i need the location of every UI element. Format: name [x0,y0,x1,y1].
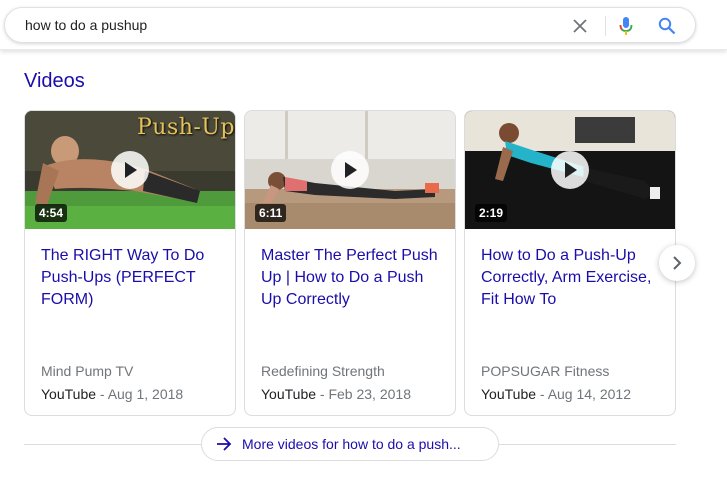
video-thumbnail[interactable]: 2:19 [465,111,675,229]
thumbnail-overlay-text: Push-Up [137,115,235,140]
video-card[interactable]: 6:11 Master The Perfect Push Up | How to… [244,110,456,416]
video-meta: YouTube - Feb 23, 2018 [261,386,411,402]
video-title[interactable]: How to Do a Push-Up Correctly, Arm Exerc… [481,245,661,311]
play-icon[interactable] [551,151,589,189]
video-thumbnail[interactable]: Push-Up 4:54 [25,111,235,229]
divider-line [24,444,202,445]
play-icon[interactable] [111,151,149,189]
video-card[interactable]: 2:19 How to Do a Push-Up Correctly, Arm … [464,110,676,416]
video-meta: YouTube - Aug 14, 2012 [481,386,631,402]
search-box[interactable] [4,7,696,43]
search-icon[interactable] [655,14,679,38]
more-videos-label: More videos for how to do a push... [242,436,461,452]
video-date: Feb 23, 2018 [328,386,411,402]
video-thumbnail[interactable]: 6:11 [245,111,455,229]
video-source: YouTube [41,386,97,402]
video-channel: POPSUGAR Fitness [481,363,610,379]
chevron-right-icon [673,256,682,270]
video-channel: Mind Pump TV [41,363,134,379]
video-title[interactable]: Master The Perfect Push Up | How to Do a… [261,245,441,311]
video-duration: 4:54 [35,204,68,222]
video-meta: YouTube - Aug 1, 2018 [41,386,184,402]
video-date: Aug 1, 2018 [107,386,184,402]
video-card[interactable]: Push-Up 4:54 The RIGHT Way To Do Push-Up… [24,110,236,416]
video-title[interactable]: The RIGHT Way To Do Push-Ups (PERFECT FO… [41,245,221,311]
video-date: Aug 14, 2012 [547,386,631,402]
close-icon[interactable] [568,14,592,38]
video-channel: Redefining Strength [261,363,385,379]
play-icon[interactable] [331,151,369,189]
divider-line [498,444,676,445]
arrow-right-icon [216,435,234,453]
video-duration: 2:19 [475,204,508,222]
search-header [0,0,727,50]
video-source: YouTube [261,386,317,402]
videos-heading[interactable]: Videos [24,70,85,93]
more-videos-button[interactable]: More videos for how to do a push... [201,427,499,461]
video-source: YouTube [481,386,537,402]
search-input[interactable] [25,8,545,42]
carousel-next-button[interactable] [659,245,695,281]
microphone-icon[interactable] [614,14,638,38]
search-divider [605,16,606,36]
video-duration: 6:11 [255,204,287,222]
